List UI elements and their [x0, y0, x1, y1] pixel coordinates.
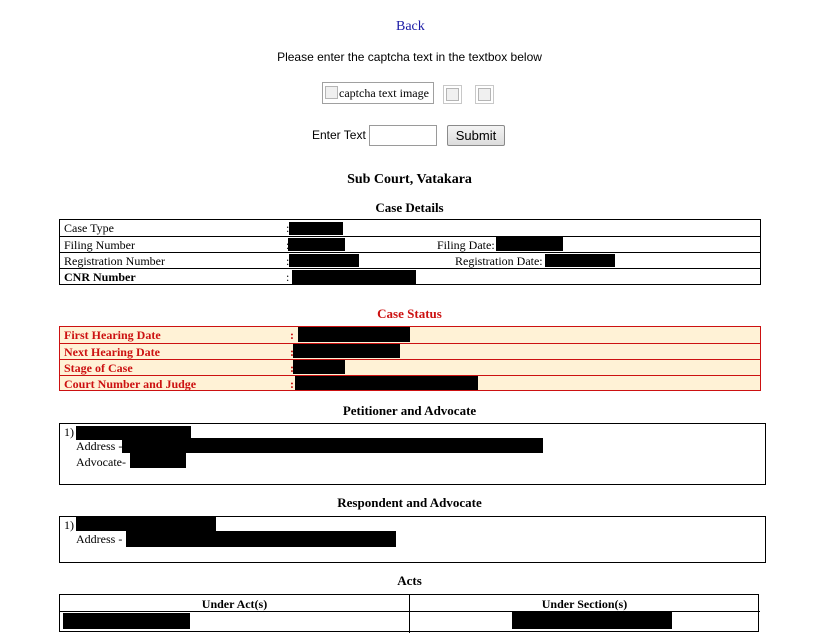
redacted-registration-number: [289, 254, 359, 267]
petitioner-advocate-label: Advocate-: [76, 455, 126, 469]
first-hearing-label: First Hearing Date: [64, 328, 161, 342]
redacted-case-type: [289, 222, 343, 235]
broken-image-icon: [478, 88, 491, 101]
table-row: CNR Number :: [60, 268, 760, 284]
case-type-label: Case Type: [64, 221, 114, 235]
captcha-image: captcha text image: [322, 82, 434, 104]
petitioner-address-label: Address -: [76, 439, 123, 453]
colon: :: [286, 270, 290, 284]
table-row: First Hearing Date :: [60, 327, 760, 343]
redacted-respondent-name: [76, 517, 216, 531]
table-row: Next Hearing Date :: [60, 343, 760, 359]
stage-of-case-label: Stage of Case: [64, 361, 133, 375]
broken-image-icon: [325, 86, 338, 99]
petitioner-index: 1): [64, 425, 74, 439]
redacted-act: [63, 613, 190, 629]
court-judge-label: Court Number and Judge: [64, 377, 197, 391]
redacted-first-hearing: [298, 327, 410, 342]
audio-captcha-icon[interactable]: [475, 85, 494, 104]
table-row: Stage of Case :: [60, 359, 760, 375]
acts-heading: Acts: [397, 573, 422, 588]
table-row: Court Number and Judge :: [60, 375, 760, 391]
respondent-index: 1): [64, 518, 74, 532]
respondent-address-label: Address -: [76, 532, 123, 546]
enter-text-label: Enter Text: [312, 128, 366, 142]
redacted-petitioner-address: [122, 438, 543, 453]
redacted-court-judge: [295, 376, 478, 390]
colon: :: [290, 328, 294, 342]
redacted-next-hearing: [293, 344, 400, 358]
case-status-heading: Case Status: [377, 306, 442, 321]
redacted-respondent-address: [126, 531, 396, 547]
redacted-registration-date: [545, 254, 615, 267]
back-link[interactable]: Back: [396, 19, 425, 35]
submit-button[interactable]: Submit: [447, 125, 505, 146]
col-header-section: Under Section(s): [541, 597, 628, 611]
next-hearing-label: Next Hearing Date: [64, 345, 160, 359]
petitioner-heading: Petitioner and Advocate: [342, 403, 477, 418]
redacted-stage: [293, 360, 345, 374]
petitioner-box: 1) Address - Advocate-: [59, 423, 766, 485]
case-details-table: Case Type : Filing Number : Filing Date:…: [59, 219, 761, 285]
redacted-cnr-number: [292, 270, 416, 284]
case-status-table: First Hearing Date : Next Hearing Date :…: [59, 326, 761, 391]
redacted-section: [512, 611, 672, 629]
cnr-number-label: CNR Number: [64, 270, 136, 284]
refresh-captcha-icon[interactable]: [443, 85, 462, 104]
table-row: Filing Number : Filing Date:: [60, 236, 760, 252]
captcha-input[interactable]: [369, 125, 437, 146]
case-details-heading: Case Details: [375, 200, 444, 215]
filing-number-label: Filing Number: [64, 238, 135, 252]
table-row: Case Type :: [60, 220, 760, 236]
redacted-petitioner-advocate: [130, 453, 186, 468]
captcha-prompt: Please enter the captcha text in the tex…: [277, 50, 542, 64]
captcha-image-alt: captcha text image: [339, 86, 429, 100]
registration-date-label: Registration Date:: [455, 254, 543, 268]
col-header-act: Under Act(s): [201, 597, 268, 611]
registration-number-label: Registration Number: [64, 254, 165, 268]
acts-table: Under Act(s) Under Section(s): [59, 594, 760, 633]
broken-image-icon: [446, 88, 459, 101]
redacted-filing-date: [496, 237, 563, 251]
colon: :: [290, 377, 294, 391]
redacted-filing-number: [288, 238, 345, 251]
court-name: Sub Court, Vatakara: [347, 172, 472, 187]
table-row: Registration Number : Registration Date:: [60, 252, 760, 268]
filing-date-label: Filing Date:: [437, 238, 495, 252]
respondent-heading: Respondent and Advocate: [337, 495, 482, 510]
respondent-box: 1) Address -: [59, 516, 766, 563]
